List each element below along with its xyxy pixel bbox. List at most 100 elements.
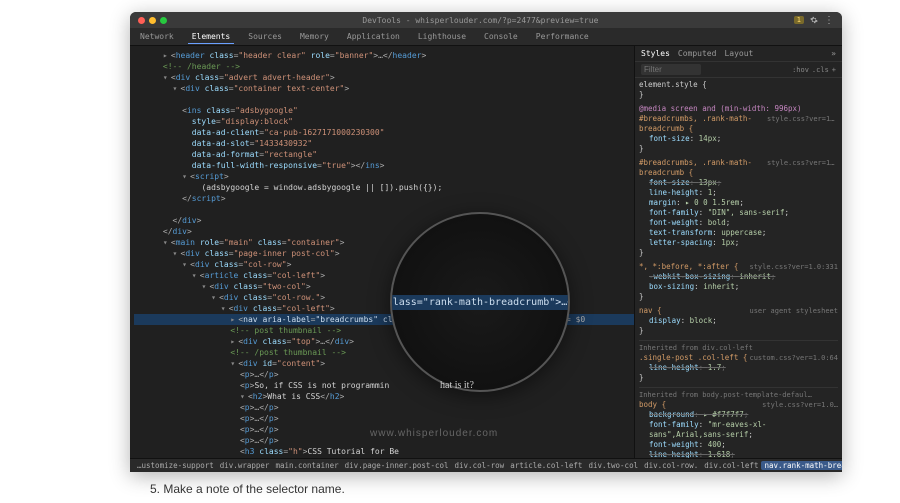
dom-line[interactable]: data-ad-client="ca-pub-1627171000230300" xyxy=(134,127,634,138)
warning-badge[interactable]: 1 xyxy=(794,16,804,24)
dom-line[interactable]: ▾<div class="advert advert-header"> xyxy=(134,72,634,83)
figure-caption: 5. Make a note of the selector name. xyxy=(150,482,345,496)
css-selector[interactable]: nav { xyxy=(639,306,662,316)
styles-rules[interactable]: element.style {}@media screen and (min-w… xyxy=(635,78,842,458)
css-property[interactable]: margin: ▸ 0 0 1.5rem; xyxy=(639,198,838,208)
css-selector[interactable]: #breadcrumbs, .rank-math-breadcrumb { xyxy=(639,158,767,178)
tab-application[interactable]: Application xyxy=(343,30,404,43)
css-source-link[interactable]: style.css?ver=1.0:331 xyxy=(749,262,838,272)
css-property[interactable]: font-weight: 400; xyxy=(639,440,838,450)
dom-line[interactable]: <!-- /header --> xyxy=(134,61,634,72)
styles-filter-input[interactable] xyxy=(641,64,701,75)
css-selector[interactable]: #breadcrumbs, .rank-math-breadcrumb { xyxy=(639,114,767,134)
css-source-link[interactable]: style.css?ver=1.0… xyxy=(762,400,838,410)
tab-elements[interactable]: Elements xyxy=(188,30,235,44)
css-property[interactable]: text-transform: uppercase; xyxy=(639,228,838,238)
styles-toggle[interactable]: .cls xyxy=(812,66,829,74)
dom-breadcrumb[interactable]: …ustomize-supportdiv.wrappermain.contain… xyxy=(130,458,842,472)
styles-more-icon[interactable]: » xyxy=(831,49,836,58)
breadcrumb-item[interactable]: div.col-left xyxy=(701,461,761,470)
tab-memory[interactable]: Memory xyxy=(296,30,333,43)
breadcrumb-item[interactable]: …ustomize-support xyxy=(134,461,217,470)
css-property[interactable]: font-size: 14px; xyxy=(639,134,838,144)
dom-line[interactable]: data-full-width-responsive="true"></ins> xyxy=(134,160,634,171)
styles-panel: Styles Computed Layout » :hov.cls+ element.… xyxy=(634,46,842,458)
more-menu-icon[interactable]: ⋮ xyxy=(824,15,834,26)
breadcrumb-item[interactable]: div.two-col xyxy=(585,461,641,470)
dom-line[interactable]: data-ad-slot="1433430932" xyxy=(134,138,634,149)
dom-line[interactable]: ▾<div class="container text-center"> xyxy=(134,83,634,94)
dom-line[interactable]: ▾<script> xyxy=(134,171,634,182)
breadcrumb-item[interactable]: nav.rank-math-breadcrumb xyxy=(761,461,842,470)
magnifier-overlay: " class="rank-math-breadcrumb">…</n xyxy=(390,212,570,392)
dom-line[interactable]: <h3 class="h">CSS Tutorial for Be xyxy=(134,446,634,457)
css-property[interactable]: -webkit-box-sizing: inherit; xyxy=(639,272,838,282)
dom-line[interactable]: <ins class="adsbygoogle" xyxy=(134,105,634,116)
css-selector[interactable]: body { xyxy=(639,400,666,410)
css-selector[interactable]: *, *:before, *:after { xyxy=(639,262,738,272)
styles-subtab-computed[interactable]: Computed xyxy=(678,49,717,58)
inherited-from-label: Inherited from div.col-left xyxy=(639,340,838,353)
css-property[interactable]: line-height: 1.618; xyxy=(639,450,838,458)
breadcrumb-item[interactable]: main.container xyxy=(272,461,341,470)
element-style[interactable]: element.style { xyxy=(639,80,838,90)
dom-line[interactable]: ▾<main role="main" class="container"> xyxy=(134,237,634,248)
tab-lighthouse[interactable]: Lighthouse xyxy=(414,30,470,43)
close-window-icon[interactable] xyxy=(138,17,145,24)
devtools-window: DevTools - whisperlouder.com/?p=2477&pre… xyxy=(130,12,842,472)
css-property[interactable]: letter-spacing: 1px; xyxy=(639,238,838,248)
tab-console[interactable]: Console xyxy=(480,30,522,43)
dom-line[interactable]: </div> xyxy=(134,215,634,226)
css-source-link[interactable]: custom.css?ver=1.0:64 xyxy=(749,353,838,363)
css-property[interactable]: font-weight: bold; xyxy=(639,218,838,228)
dom-line[interactable]: style="display:block" xyxy=(134,116,634,127)
breadcrumb-item[interactable]: div.col-row xyxy=(452,461,508,470)
dom-line[interactable]: <!-- /post thumbnail --> xyxy=(134,347,634,358)
css-source-link[interactable]: style.css?ver=1.0:3255 xyxy=(767,158,838,178)
gear-icon[interactable] xyxy=(810,16,818,24)
tab-performance[interactable]: Performance xyxy=(532,30,593,43)
css-property[interactable]: background: ▸ #f7f7f7; xyxy=(639,410,838,420)
css-selector[interactable]: .single-post .col-left { xyxy=(639,353,747,363)
css-property[interactable]: line-height: 1; xyxy=(639,188,838,198)
dom-line[interactable]: ▾<div class="page-inner post-col"> xyxy=(134,248,634,259)
minimize-window-icon[interactable] xyxy=(149,17,156,24)
css-source-link[interactable]: user agent stylesheet xyxy=(749,306,838,316)
styles-subtab-styles[interactable]: Styles xyxy=(641,49,670,58)
dom-line[interactable]: ▾<h2>What is CSS</h2> xyxy=(134,391,634,402)
dom-line[interactable] xyxy=(134,94,634,105)
dom-line[interactable]: <p>…</p> xyxy=(134,457,634,458)
dom-line[interactable]: <p>…</p> xyxy=(134,413,634,424)
dom-line[interactable] xyxy=(134,204,634,215)
maximize-window-icon[interactable] xyxy=(160,17,167,24)
dom-line[interactable]: <p>…</p> xyxy=(134,402,634,413)
dom-line[interactable]: data-ad-format="rectangle" xyxy=(134,149,634,160)
dom-line[interactable]: </div> xyxy=(134,226,634,237)
dom-line[interactable]: </script> xyxy=(134,193,634,204)
breadcrumb-item[interactable]: div.page-inner.post-col xyxy=(342,461,452,470)
tab-network[interactable]: Network xyxy=(136,30,178,43)
media-query: @media screen and (min-width: 996px) xyxy=(639,104,838,114)
breadcrumb-item[interactable]: article.col-left xyxy=(507,461,585,470)
elements-dom-tree[interactable]: ▸<header class="header clear" role="bann… xyxy=(130,46,634,458)
css-property[interactable]: box-sizing: inherit; xyxy=(639,282,838,292)
styles-toggle[interactable]: :hov xyxy=(792,66,809,74)
tab-sources[interactable]: Sources xyxy=(244,30,286,43)
breadcrumb-item[interactable]: div.col-row. xyxy=(641,461,701,470)
css-source-link[interactable]: style.css?ver=1.0:3265 xyxy=(767,114,838,134)
styles-toggle[interactable]: + xyxy=(832,66,836,74)
dom-line[interactable]: (adsbygoogle = window.adsbygoogle || [])… xyxy=(134,182,634,193)
dom-line[interactable]: ▾<div id="content"> xyxy=(134,358,634,369)
styles-subtab-layout[interactable]: Layout xyxy=(724,49,753,58)
breadcrumb-item[interactable]: div.wrapper xyxy=(217,461,273,470)
css-property[interactable]: font-family: "DIN", sans-serif; xyxy=(639,208,838,218)
dom-line[interactable]: <p>So, if CSS is not programmin xyxy=(134,380,634,391)
dom-line[interactable]: ▸<header class="header clear" role="bann… xyxy=(134,50,634,61)
dom-line[interactable]: <p>…</p> xyxy=(134,369,634,380)
css-property[interactable]: font-size: 13px; xyxy=(639,178,838,188)
css-property[interactable]: line-height: 1.7; xyxy=(639,363,838,373)
styles-subtabs: Styles Computed Layout » xyxy=(635,46,842,62)
css-property[interactable]: display: block; xyxy=(639,316,838,326)
window-traffic-lights xyxy=(138,17,167,24)
css-property[interactable]: font-family: "mr-eaves-xl-sans",Arial,sa… xyxy=(639,420,838,440)
